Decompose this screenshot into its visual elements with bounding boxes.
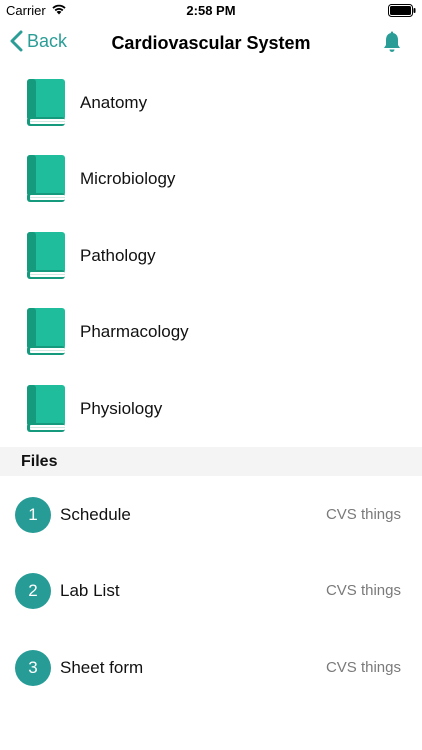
subject-list: Anatomy Microbiology Pathology Pharmacol…	[0, 66, 422, 448]
book-icon	[26, 79, 66, 132]
file-detail: CVS things	[325, 506, 401, 523]
section-title: Files	[21, 453, 58, 470]
subject-item-physiology[interactable]: Physiology	[0, 372, 422, 448]
file-number-badge: 1	[15, 497, 51, 533]
file-number-badge: 3	[15, 649, 51, 686]
subject-label: Pathology	[80, 245, 156, 265]
file-item-sheet-form[interactable]: 3 Sheet form CVS things	[0, 629, 422, 705]
subject-item-microbiology[interactable]: Microbiology	[0, 142, 422, 218]
subject-label: Microbiology	[80, 169, 176, 189]
book-icon	[26, 308, 66, 361]
subject-item-pharmacology[interactable]: Pharmacology	[0, 295, 422, 371]
status-time: 2:58 PM	[186, 3, 236, 18]
file-detail: CVS things	[325, 582, 401, 600]
file-item-schedule[interactable]: 1 Schedule CVS things	[0, 476, 422, 552]
subject-item-anatomy[interactable]: Anatomy	[0, 66, 422, 142]
subject-item-pathology[interactable]: Pathology	[0, 219, 422, 295]
file-name: Sheet form	[60, 657, 144, 677]
book-icon	[26, 384, 66, 438]
file-list: 1 Schedule CVS things 2 Lab List CVS thi…	[0, 476, 422, 705]
navigation-bar: Back Cardiovascular System	[0, 22, 422, 66]
files-section-header: Files	[0, 447, 422, 476]
file-item-lab-list[interactable]: 2 Lab List CVS things	[0, 552, 422, 628]
file-number-badge: 2	[15, 573, 51, 610]
notifications-button[interactable]	[382, 31, 402, 58]
book-icon	[26, 155, 66, 208]
book-icon	[26, 231, 66, 285]
page-title: Cardiovascular System	[111, 33, 311, 53]
battery-icon	[388, 4, 416, 17]
subject-label: Pharmacology	[80, 322, 189, 342]
subject-label: Physiology	[80, 398, 163, 418]
file-name: Schedule	[60, 505, 131, 524]
subject-label: Anatomy	[80, 93, 148, 112]
status-bar: Carrier 2:58 PM	[0, 0, 422, 22]
bell-icon	[382, 31, 402, 57]
file-name: Lab List	[60, 581, 120, 601]
file-detail: CVS things	[325, 658, 401, 676]
